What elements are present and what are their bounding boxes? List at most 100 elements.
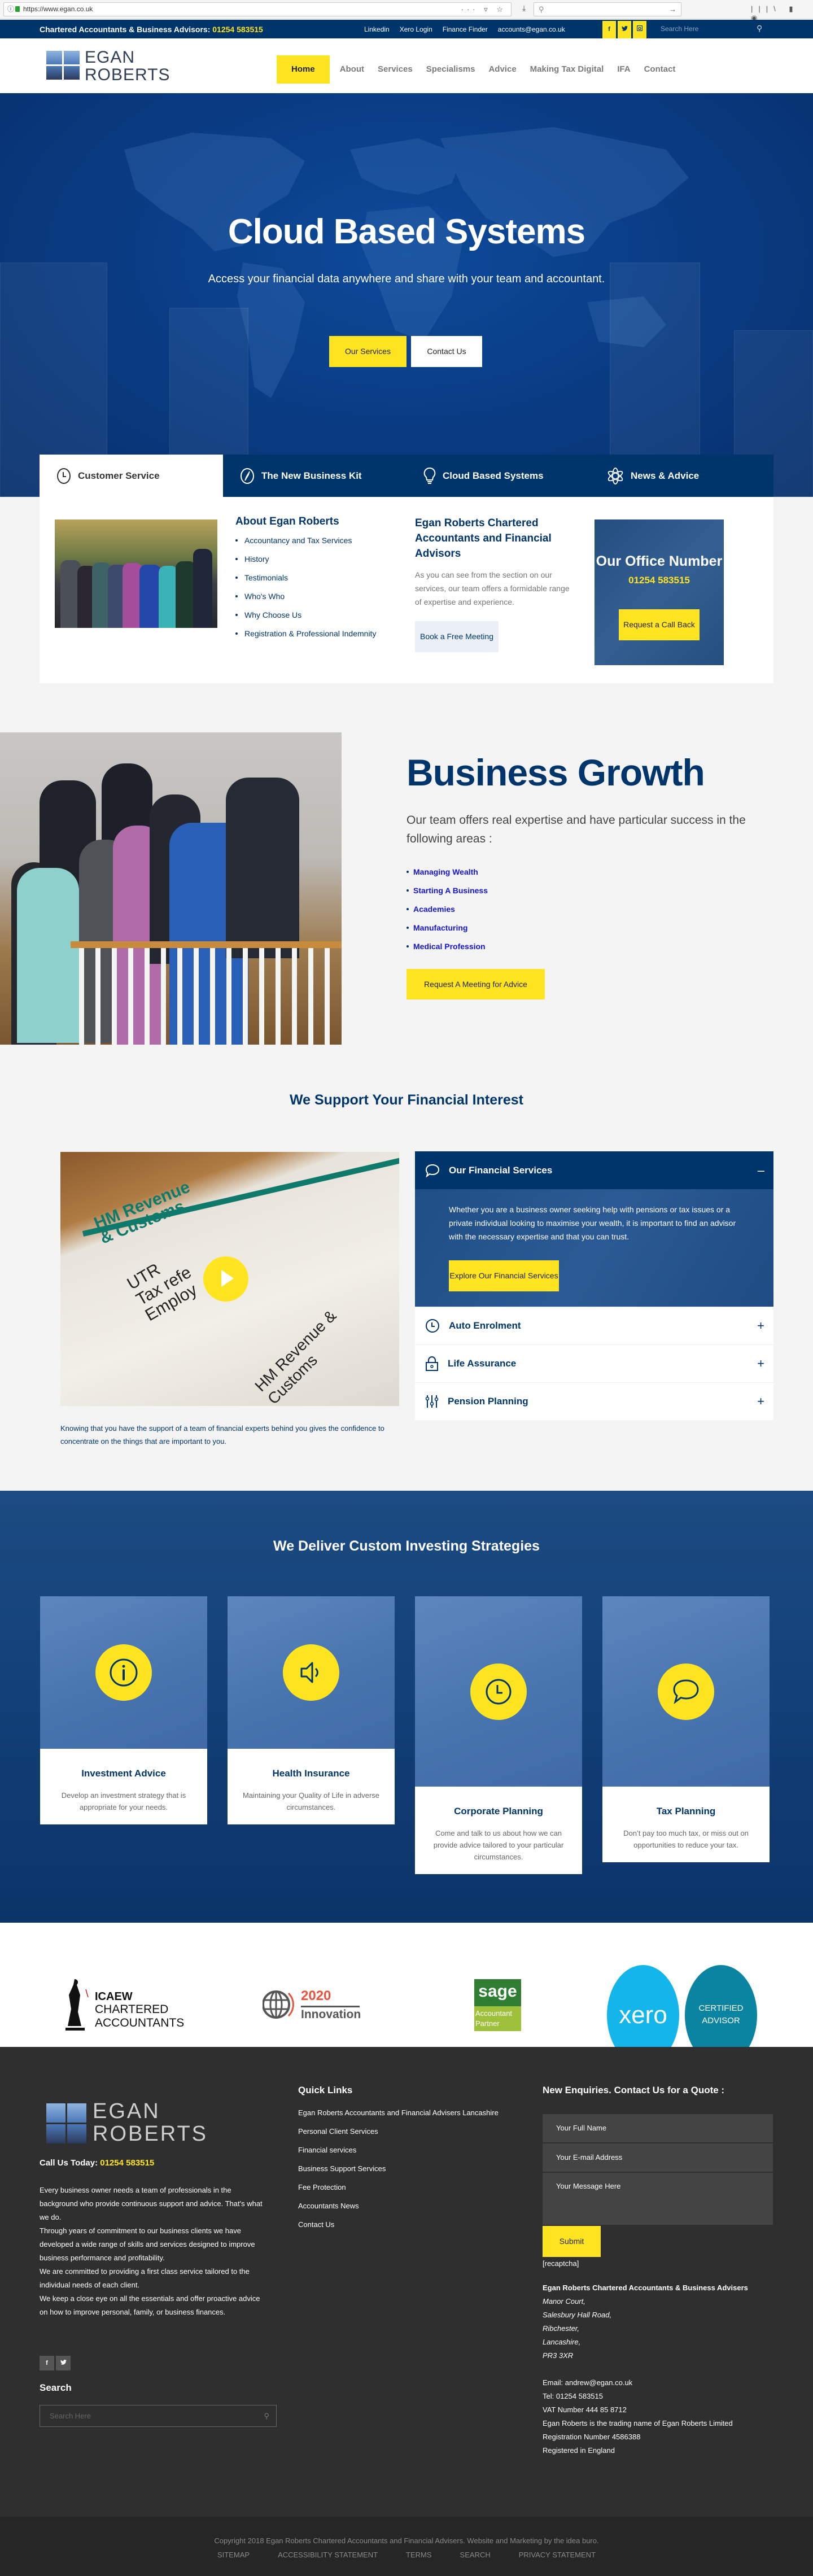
our-services-button[interactable]: Our Services (329, 336, 406, 367)
card-corporate-planning[interactable]: Corporate Planning Come and talk to us ab… (415, 1596, 582, 1874)
growth-text: Our team offers real expertise and have … (406, 814, 746, 845)
video-thumbnail[interactable]: HM Revenue& Customs UTRTax refeEmploy HM… (60, 1152, 399, 1406)
topbar-search-input[interactable]: Search Here (661, 25, 698, 33)
card-health-insurance[interactable]: Health Insurance Maintaining your Quality… (228, 1596, 395, 1824)
accordion-header-financial-services[interactable]: Our Financial Services – (415, 1151, 773, 1189)
logo[interactable]: EGAN ROBERTS (46, 49, 182, 84)
accordion-item-life-assurance[interactable]: Life Assurance + (415, 1344, 773, 1382)
recaptcha-placeholder: [recaptcha] (543, 2259, 579, 2268)
quick-link[interactable]: Contact Us (298, 2220, 499, 2229)
accordion-item-auto-enrolment[interactable]: Auto Enrolment + (415, 1307, 773, 1344)
2020-innovation-logo[interactable]: 2020 Innovation (263, 1989, 370, 2023)
arrow-right-icon[interactable]: → (669, 3, 676, 16)
about-link-registration[interactable]: Registration & Professional Indemnity (235, 629, 376, 638)
nav-contact[interactable]: Contact (637, 55, 683, 84)
nav-making-tax-digital[interactable]: Making Tax Digital (523, 55, 611, 84)
about-link-whos-who[interactable]: Who's Who (235, 592, 376, 601)
accordion-item-pension-planning[interactable]: Pension Planning + (415, 1382, 773, 1420)
tab-news-advice[interactable]: News & Advice (590, 455, 773, 497)
expand-icon[interactable]: + (757, 1394, 764, 1409)
info-icon[interactable]: ⓘ (7, 3, 14, 16)
book-free-meeting-button[interactable]: Book a Free Meeting (415, 621, 499, 652)
growth-link-medical[interactable]: Medical Profession (406, 942, 768, 951)
search-icon[interactable]: ⚲ (264, 2405, 269, 2426)
footer-link-search[interactable]: SEARCH (460, 2551, 491, 2559)
quick-link[interactable]: Fee Protection (298, 2183, 499, 2191)
card-investment-advice[interactable]: Investment Advice Develop an investment s… (40, 1596, 207, 1824)
twitter-icon[interactable] (618, 21, 631, 38)
nav-specialisms[interactable]: Specialisms (419, 55, 482, 84)
instagram-icon[interactable] (633, 21, 646, 38)
enquiry-title: New Enquiries. Contact Us for a Quote : (543, 2085, 725, 2095)
topbar-link-email[interactable]: accounts@egan.co.uk (498, 25, 565, 33)
quick-link[interactable]: Financial services (298, 2146, 499, 2154)
explore-financial-services-button[interactable]: Explore Our Financial Services (449, 1260, 559, 1291)
twitter-icon[interactable] (56, 2356, 71, 2370)
nav-services[interactable]: Services (371, 55, 419, 84)
topbar-link-finance-finder[interactable]: Finance Finder (443, 25, 488, 33)
quick-link[interactable]: Personal Client Services (298, 2127, 499, 2136)
enquiry-form: New Enquiries. Contact Us for a Quote : … (543, 2085, 773, 2457)
footer-logo[interactable]: EGAN ROBERTS (46, 2100, 210, 2146)
collapse-icon[interactable]: – (758, 1163, 764, 1178)
browser-search-input[interactable]: ⚲ → (534, 2, 681, 16)
sage-partner-logo[interactable]: sage Accountant Partner (474, 1979, 521, 2031)
baluster (161, 948, 166, 1045)
card-tax-planning[interactable]: Tax Planning Don’t pay too much tax, or m… (602, 1596, 770, 1862)
footer-link-terms[interactable]: TERMS (406, 2551, 432, 2559)
topbar-link-xero[interactable]: Xero Login (400, 25, 432, 33)
contact-us-button[interactable]: Contact Us (411, 336, 482, 367)
footer-link-sitemap[interactable]: SITEMAP (217, 2551, 250, 2559)
footer-email[interactable]: Email: andrew@egan.co.uk (543, 2376, 773, 2390)
email-field[interactable]: Your E-mail Address (543, 2143, 773, 2172)
growth-link-academies[interactable]: Academies (406, 905, 768, 914)
submit-button[interactable]: Submit (543, 2226, 601, 2257)
request-meeting-button[interactable]: Request A Meeting for Advice (406, 969, 545, 999)
about-link-history[interactable]: History (235, 555, 376, 564)
expand-icon[interactable]: + (757, 1318, 764, 1333)
growth-link-starting-business[interactable]: Starting A Business (406, 886, 768, 895)
nav-advice[interactable]: Advice (482, 55, 523, 84)
search-icon[interactable]: ⚲ (757, 24, 762, 33)
quick-link[interactable]: Accountants News (298, 2202, 499, 2210)
about-link-accountancy[interactable]: Accountancy and Tax Services (235, 536, 376, 545)
sliders-icon (425, 1394, 439, 1409)
facebook-icon[interactable]: f (40, 2356, 54, 2370)
download-icon[interactable]: ⤓ (522, 3, 526, 13)
about-link-why-choose-us[interactable]: Why Choose Us (235, 610, 376, 619)
tab-cloud-based-systems[interactable]: Cloud Based Systems (406, 455, 590, 497)
footer-link-privacy[interactable]: PRIVACY STATEMENT (519, 2551, 596, 2559)
quick-link[interactable]: Business Support Services (298, 2164, 499, 2173)
full-name-field[interactable]: Your Full Name (543, 2114, 773, 2142)
footer-link-accessibility[interactable]: ACCESSIBILITY STATEMENT (278, 2551, 378, 2559)
topbar-link-linkedin[interactable]: Linkedin (364, 25, 390, 33)
growth-link-manufacturing[interactable]: Manufacturing (406, 923, 768, 932)
tab-customer-service[interactable]: Customer Service (40, 455, 223, 497)
about-link-testimonials[interactable]: Testimonials (235, 573, 376, 582)
search-icon: ⚲ (539, 5, 544, 14)
address-bar[interactable]: ⓘ https://www.egan.co.uk ··· ▿ ☆ (3, 2, 512, 16)
baluster (177, 948, 182, 1045)
tab-new-business-kit[interactable]: The New Business Kit (223, 455, 406, 497)
nav-ifa[interactable]: IFA (610, 55, 637, 84)
support-text: Knowing that you have the support of a t… (60, 1424, 384, 1446)
topbar-phone[interactable]: 01254 583515 (212, 25, 263, 34)
office-phone[interactable]: 01254 583515 (595, 575, 724, 586)
icaew-logo[interactable]: ICAEW CHARTERED ACCOUNTANTS (62, 1978, 203, 2034)
feature-tabs: Customer Service The New Business Kit Cl… (40, 455, 773, 497)
play-icon[interactable] (203, 1256, 248, 1302)
nav-about[interactable]: About (333, 55, 371, 84)
nav-home[interactable]: Home (277, 55, 330, 84)
page-actions-icon[interactable]: ··· ▿ ☆ (461, 3, 506, 16)
footer-phone[interactable]: 01254 583515 (100, 2158, 154, 2168)
expand-icon[interactable]: + (757, 1356, 764, 1371)
about-title: About Egan Roberts (235, 516, 339, 527)
message-field[interactable]: Your Message Here (543, 2173, 773, 2225)
growth-link-managing-wealth[interactable]: Managing Wealth (406, 867, 768, 876)
quick-link[interactable]: Egan Roberts Accountants and Financial A… (298, 2108, 499, 2117)
footer-search-input[interactable]: Search Here ⚲ (40, 2405, 277, 2427)
request-call-back-button[interactable]: Request a Call Back (619, 609, 700, 640)
support-title: We Support Your Financial Interest (290, 1092, 523, 1108)
facebook-icon[interactable]: f (602, 21, 616, 38)
partner-logos: ICAEW CHARTERED ACCOUNTANTS 2020 Innovat… (0, 1923, 813, 2066)
